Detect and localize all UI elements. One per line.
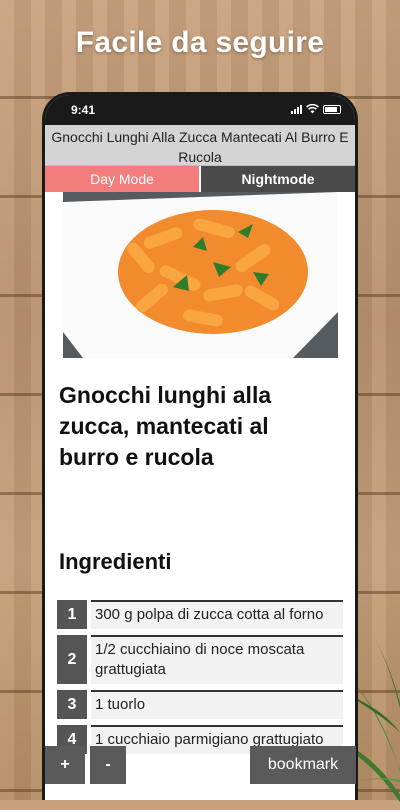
ingredient-item: 3 1 tuorlo [57,690,343,719]
promo-headline: Facile da seguire [75,26,325,59]
mode-toggle: Day Mode Nightmode [45,166,355,192]
recipe-image [62,192,338,358]
night-mode-button[interactable]: Nightmode [201,166,355,192]
increase-font-button[interactable]: + [45,746,85,784]
ingredient-number: 2 [57,635,87,684]
ingredient-list: 1 300 g polpa di zucca cotta al forno 2 … [57,600,343,754]
day-mode-button[interactable]: Day Mode [45,166,199,192]
app-title: Gnocchi Lunghi Alla Zucca Mantecati Al B… [45,125,355,166]
ingredient-text: 1/2 cucchiaino di noce moscata grattugia… [91,635,343,684]
ingredient-item: 1 300 g polpa di zucca cotta al forno [57,600,343,629]
ingredient-text: 300 g polpa di zucca cotta al forno [91,600,343,629]
decrease-font-button[interactable]: - [90,746,126,784]
bottom-controls: + - bookmark [45,746,357,786]
recipe-content: Gnocchi lunghi alla zucca, mantecati al … [45,192,355,754]
bookmark-button[interactable]: bookmark [250,746,356,784]
phone-frame: 9:41 Gnocchi Lunghi Alla Zucca Mantecati… [42,92,358,800]
ingredient-number: 1 [57,600,87,629]
status-time: 9:41 [71,103,96,117]
ingredients-heading: Ingredienti [59,549,172,574]
signal-icon [291,104,302,114]
battery-icon [323,104,341,114]
status-icons [291,104,341,114]
ingredient-item: 2 1/2 cucchiaino di noce moscata grattug… [57,635,343,684]
ingredient-number: 3 [57,690,87,719]
wifi-icon [306,104,319,114]
status-bar: 9:41 [45,95,355,125]
recipe-title: Gnocchi lunghi alla zucca, mantecati al … [59,382,272,470]
ingredient-text: 1 tuorlo [91,690,343,719]
